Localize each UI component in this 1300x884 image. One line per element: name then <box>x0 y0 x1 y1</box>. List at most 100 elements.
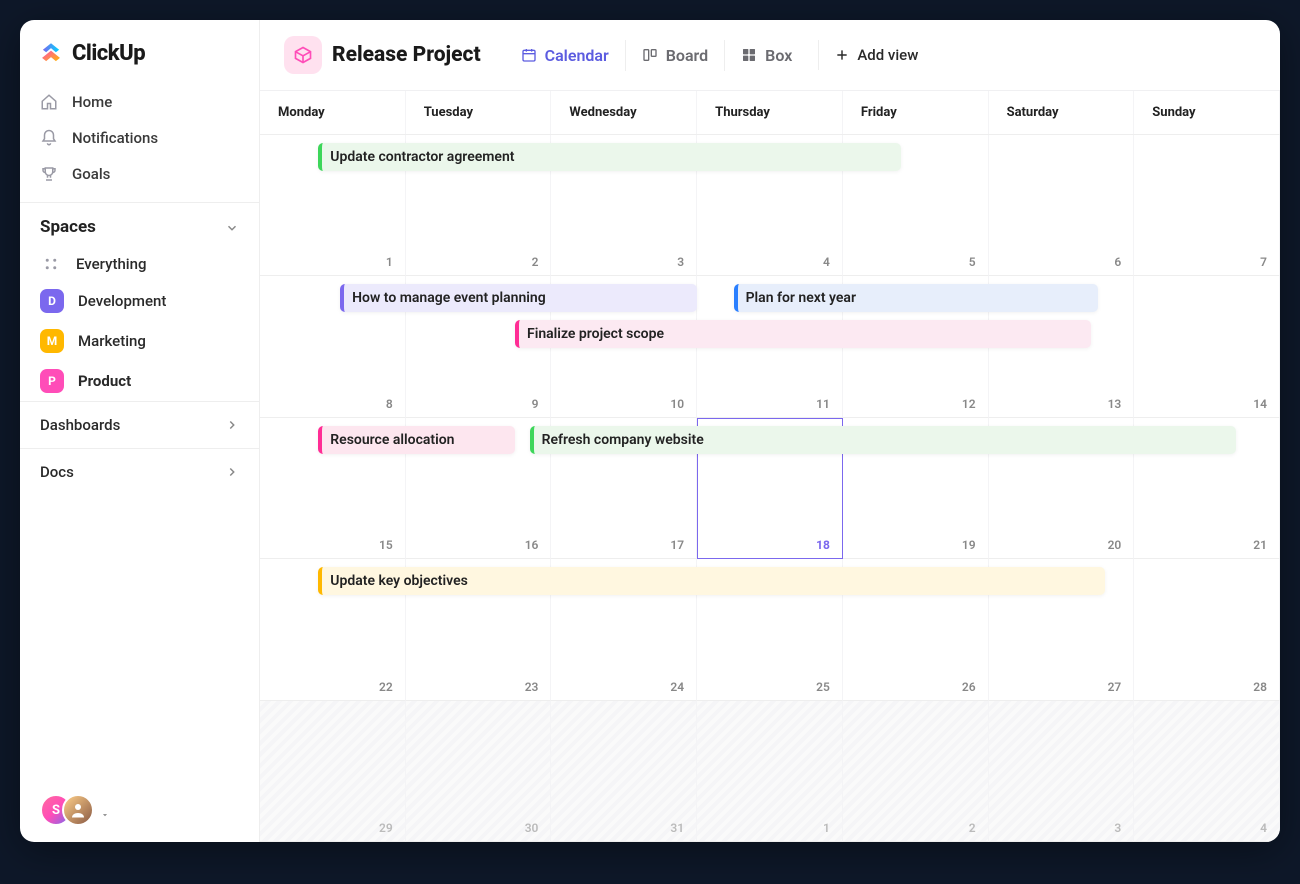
calendar-cell[interactable]: 14 <box>1134 276 1280 417</box>
calendar-date: 22 <box>379 680 393 694</box>
calendar-date: 8 <box>386 397 393 411</box>
logo-text: ClickUp <box>72 41 145 66</box>
sidebar: ClickUp Home Notifications Goals <box>20 20 260 842</box>
calendar-day-header: Tuesday <box>406 91 552 134</box>
calendar-date: 4 <box>1260 821 1267 835</box>
space-item-marketing[interactable]: M Marketing <box>20 321 259 361</box>
view-tab-board[interactable]: Board <box>625 40 724 71</box>
calendar-task[interactable]: Finalize project scope <box>515 320 1091 348</box>
calendar-date: 6 <box>1114 255 1121 269</box>
calendar-icon <box>521 47 537 63</box>
calendar-day-header: Saturday <box>989 91 1135 134</box>
calendar-cell[interactable]: 28 <box>1134 559 1280 700</box>
space-badge: P <box>40 369 64 393</box>
view-tab-label: Calendar <box>545 46 609 65</box>
calendar-day-header: Friday <box>843 91 989 134</box>
calendar-date: 20 <box>1108 538 1122 552</box>
logo-icon <box>38 40 64 66</box>
calendar-task[interactable]: Update contractor agreement <box>318 143 901 171</box>
calendar-date: 16 <box>525 538 539 552</box>
calendar-date: 29 <box>379 821 393 835</box>
calendar-date: 2 <box>969 821 976 835</box>
nav-primary: Home Notifications Goals <box>20 84 259 202</box>
calendar-date: 17 <box>670 538 684 552</box>
calendar-date: 3 <box>677 255 684 269</box>
space-badge: D <box>40 289 64 313</box>
calendar-day-header: Wednesday <box>551 91 697 134</box>
chevron-right-icon <box>225 418 239 432</box>
view-tab-label: Box <box>765 46 792 65</box>
trophy-icon <box>40 165 58 183</box>
view-tabs: Calendar Board Box <box>505 40 809 71</box>
view-tab-calendar[interactable]: Calendar <box>505 40 625 71</box>
view-tab-box[interactable]: Box <box>724 40 808 71</box>
calendar-date: 5 <box>969 255 976 269</box>
avatar-stack[interactable]: S <box>40 794 94 826</box>
calendar-cell[interactable]: 4 <box>1134 701 1280 842</box>
add-view-label: Add view <box>857 46 918 64</box>
nav-goals-label: Goals <box>72 165 110 183</box>
nav-notifications[interactable]: Notifications <box>20 120 259 156</box>
project-icon <box>284 36 322 74</box>
calendar-task[interactable]: Refresh company website <box>530 426 1237 454</box>
add-view-button[interactable]: Add view <box>818 40 934 70</box>
logo[interactable]: ClickUp <box>20 20 259 84</box>
plus-icon <box>835 48 849 62</box>
calendar-date: 1 <box>386 255 393 269</box>
nav-notifications-label: Notifications <box>72 129 158 147</box>
calendar: MondayTuesdayWednesdayThursdayFridaySatu… <box>260 91 1280 842</box>
space-label: Development <box>78 292 166 310</box>
calendar-task[interactable]: Plan for next year <box>734 284 1098 312</box>
nav-dashboards-label: Dashboards <box>40 416 120 434</box>
space-item-product[interactable]: P Product <box>20 361 259 401</box>
calendar-cell[interactable]: 30 <box>406 701 552 842</box>
calendar-cell[interactable]: 7 <box>1134 135 1280 276</box>
calendar-task[interactable]: How to manage event planning <box>340 284 697 312</box>
caret-down-icon[interactable] <box>100 805 110 815</box>
spaces-header[interactable]: Spaces <box>20 203 259 247</box>
calendar-task[interactable]: Resource allocation <box>318 426 515 454</box>
calendar-cell[interactable]: 3 <box>989 701 1135 842</box>
calendar-date: 1 <box>823 821 830 835</box>
calendar-date: 26 <box>962 680 976 694</box>
calendar-date: 13 <box>1108 397 1122 411</box>
nav-home-label: Home <box>72 93 112 111</box>
calendar-date: 14 <box>1253 397 1267 411</box>
box-icon <box>741 47 757 63</box>
spaces-header-label: Spaces <box>40 217 96 237</box>
calendar-task[interactable]: Update key objectives <box>318 567 1105 595</box>
main: Release Project CalendarBoardBox Add vie… <box>260 20 1280 842</box>
calendar-cell[interactable]: 31 <box>551 701 697 842</box>
nav-docs[interactable]: Docs <box>20 448 259 495</box>
calendar-date: 30 <box>525 821 539 835</box>
calendar-day-header: Sunday <box>1134 91 1280 134</box>
calendar-date: 31 <box>670 821 684 835</box>
calendar-date: 10 <box>670 397 684 411</box>
home-icon <box>40 93 58 111</box>
calendar-cell[interactable]: 6 <box>989 135 1135 276</box>
calendar-cell[interactable]: 29 <box>260 701 406 842</box>
space-label: Marketing <box>78 332 146 350</box>
calendar-date: 12 <box>962 397 976 411</box>
calendar-grid: 1234567891011121314151617181920212223242… <box>260 135 1280 842</box>
calendar-cell[interactable]: 2 <box>843 701 989 842</box>
avatar <box>62 794 94 826</box>
space-item-development[interactable]: D Development <box>20 281 259 321</box>
chevron-right-icon <box>225 465 239 479</box>
calendar-date: 18 <box>816 538 830 552</box>
nav-home[interactable]: Home <box>20 84 259 120</box>
space-label: Product <box>78 372 131 390</box>
space-everything[interactable]: Everything <box>20 247 259 281</box>
space-badge: M <box>40 329 64 353</box>
calendar-cell[interactable]: 1 <box>697 701 843 842</box>
calendar-date: 11 <box>816 397 830 411</box>
avatar-initial: S <box>52 803 60 818</box>
calendar-date: 28 <box>1253 680 1267 694</box>
calendar-date: 19 <box>962 538 976 552</box>
view-tab-label: Board <box>666 46 708 65</box>
space-everything-label: Everything <box>76 255 146 273</box>
nav-dashboards[interactable]: Dashboards <box>20 401 259 448</box>
calendar-date: 4 <box>823 255 830 269</box>
nav-goals[interactable]: Goals <box>20 156 259 192</box>
space-list: D Development M Marketing P Product <box>20 281 259 401</box>
